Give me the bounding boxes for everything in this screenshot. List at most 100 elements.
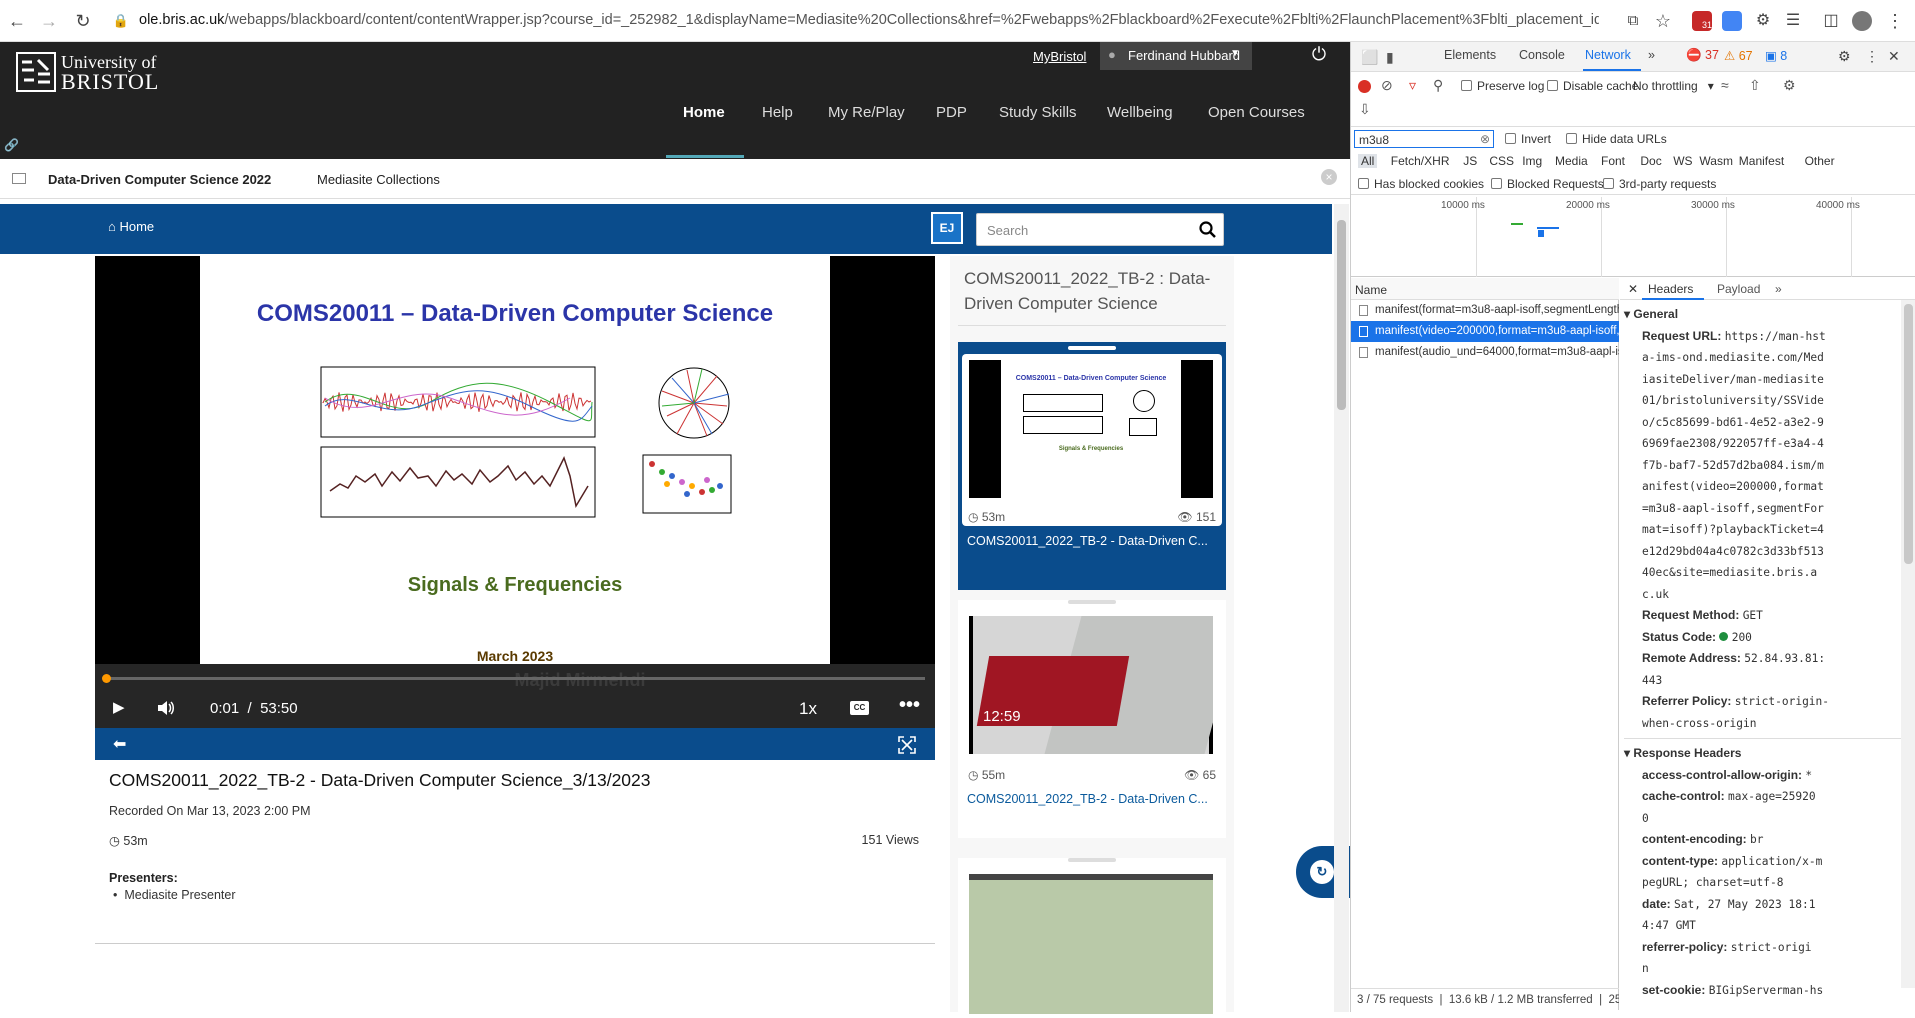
has-blocked-cookies-checkbox[interactable]: Has blocked cookies: [1358, 177, 1484, 191]
drag-handle[interactable]: [1068, 600, 1116, 604]
logout-icon[interactable]: ⏻: [1305, 44, 1333, 70]
reload-icon[interactable]: ↻: [72, 10, 94, 32]
university-logo[interactable]: University of BRISTOL: [16, 52, 159, 93]
drag-handle[interactable]: [1068, 346, 1116, 350]
type-filter-all[interactable]: All: [1358, 154, 1378, 168]
link-icon[interactable]: 🔗: [4, 138, 19, 152]
kebab-menu-icon[interactable]: ⋮: [1865, 48, 1879, 65]
filter-input[interactable]: m3u8 ⊗: [1354, 130, 1494, 148]
playlist-item-3[interactable]: [958, 858, 1226, 1018]
sidepanel-icon[interactable]: ◫: [1820, 10, 1842, 32]
type-filter-other[interactable]: Other: [1805, 154, 1835, 168]
breadcrumb[interactable]: Mediasite Collections: [317, 172, 440, 187]
disable-cache-checkbox[interactable]: Disable cache: [1547, 79, 1638, 93]
course-name[interactable]: Data-Driven Computer Science 2022: [48, 172, 271, 187]
inspect-icon[interactable]: ⬜: [1361, 49, 1378, 66]
blocked-requests-checkbox[interactable]: Blocked Requests: [1491, 177, 1604, 191]
details-scrollbar[interactable]: [1901, 300, 1915, 988]
nav-open-courses[interactable]: Open Courses: [1208, 104, 1305, 121]
scrollbar-thumb[interactable]: [1337, 220, 1346, 410]
volume-icon[interactable]: [157, 700, 175, 716]
tab-network[interactable]: Network: [1585, 48, 1631, 62]
nav-home[interactable]: Home: [683, 104, 725, 121]
tab-elements[interactable]: Elements: [1444, 48, 1496, 62]
invert-checkbox[interactable]: Invert: [1505, 132, 1551, 146]
type-filter-css[interactable]: CSS: [1489, 154, 1514, 168]
media-icon[interactable]: ☰: [1782, 10, 1804, 32]
play-icon[interactable]: ▶: [113, 698, 125, 716]
tab-payload[interactable]: Payload: [1717, 282, 1760, 296]
network-conditions-icon[interactable]: ≈: [1721, 77, 1729, 93]
type-filter-ws[interactable]: WS: [1673, 154, 1692, 168]
back-icon[interactable]: ←: [6, 10, 28, 32]
extensions-icon[interactable]: ⚙: [1752, 10, 1774, 32]
timeline-overview[interactable]: 10000 ms 20000 ms 30000 ms 40000 ms: [1351, 197, 1915, 277]
type-filter-img[interactable]: Img: [1522, 154, 1542, 168]
request-row[interactable]: manifest(video=200000,format=m3u8-aapl-i…: [1351, 321, 1619, 342]
captions-icon[interactable]: CC: [850, 701, 869, 715]
request-row[interactable]: manifest(audio_und=64000,format=m3u8-aap…: [1351, 342, 1619, 363]
throttling-select[interactable]: No throttling ▾: [1633, 79, 1714, 93]
record-icon[interactable]: [1358, 80, 1371, 93]
type-filter-manifest[interactable]: Manifest: [1739, 154, 1784, 168]
type-filter-js[interactable]: JS: [1463, 154, 1477, 168]
mybristol-link[interactable]: MyBristol: [1033, 49, 1086, 64]
clear-icon[interactable]: ⊘: [1381, 77, 1393, 94]
lock-icon[interactable]: 🔒: [110, 10, 132, 32]
mediasite-home-link[interactable]: ⌂ Home: [108, 219, 154, 234]
search-input[interactable]: Search: [976, 213, 1224, 246]
type-filter-media[interactable]: Media: [1555, 154, 1588, 168]
nav-myreplay[interactable]: My Re/Play: [828, 104, 905, 121]
third-party-checkbox[interactable]: 3rd-party requests: [1603, 177, 1716, 191]
calendar-extension-icon[interactable]: 31: [1692, 11, 1712, 31]
hide-data-urls-checkbox[interactable]: Hide data URLs: [1566, 132, 1667, 146]
error-count[interactable]: ⛔ 37: [1686, 48, 1719, 63]
speed-button[interactable]: 1x: [799, 699, 817, 719]
type-filter-font[interactable]: Font: [1601, 154, 1625, 168]
nav-help[interactable]: Help: [762, 104, 793, 121]
close-icon[interactable]: ×: [1321, 169, 1337, 185]
translate-extension-icon[interactable]: [1722, 11, 1742, 31]
scrollbar-thumb[interactable]: [1904, 304, 1913, 564]
general-section-toggle[interactable]: ▾ General: [1624, 304, 1904, 326]
response-headers-toggle[interactable]: ▾ Response Headers: [1624, 743, 1904, 765]
page-scrollbar[interactable]: [1334, 204, 1349, 1012]
playlist-item-title-2[interactable]: COMS20011_2022_TB-2 - Data-Driven C...: [967, 792, 1208, 806]
tab-headers[interactable]: Headers: [1648, 282, 1693, 296]
progress-knob[interactable]: [102, 674, 111, 683]
type-filter-wasm[interactable]: Wasm: [1699, 154, 1733, 168]
nav-wellbeing[interactable]: Wellbeing: [1107, 104, 1173, 121]
type-filter-fetchxhr[interactable]: Fetch/XHR: [1391, 154, 1450, 168]
forward-icon[interactable]: →: [38, 10, 60, 32]
menu-icon[interactable]: ⋮: [1884, 10, 1906, 32]
message-count[interactable]: ▣ 8: [1765, 48, 1787, 63]
network-settings-icon[interactable]: ⚙: [1783, 77, 1796, 94]
playlist-item-2[interactable]: 12:59 ◷ 55m 👁 65 COMS20011_2022_TB-2 - D…: [958, 600, 1226, 838]
warning-count[interactable]: ⚠ 67: [1724, 48, 1753, 63]
more-icon[interactable]: •••: [899, 694, 920, 717]
settings-icon[interactable]: ⚙: [1838, 48, 1851, 65]
filter-icon[interactable]: ▿: [1409, 77, 1416, 94]
export-har-icon[interactable]: ⇩: [1359, 101, 1371, 118]
tab-console[interactable]: Console: [1519, 48, 1565, 62]
drag-handle[interactable]: [1068, 858, 1116, 862]
address-bar[interactable]: ole.bris.ac.uk/webapps/blackboard/conten…: [139, 12, 1599, 28]
user-avatar[interactable]: EJ: [931, 212, 963, 244]
more-tabs-icon[interactable]: »: [1648, 48, 1655, 62]
clear-filter-icon[interactable]: ⊗: [1480, 132, 1490, 146]
video-player[interactable]: COMS20011 – Data-Driven Computer Science…: [95, 256, 935, 760]
profile-avatar[interactable]: [1852, 11, 1872, 31]
type-filter-doc[interactable]: Doc: [1640, 154, 1661, 168]
nav-pdp[interactable]: PDP: [936, 104, 967, 121]
device-toolbar-icon[interactable]: ▮: [1386, 49, 1394, 66]
name-column-header[interactable]: Name: [1351, 278, 1619, 300]
more-panel-tabs-icon[interactable]: »: [1775, 282, 1782, 296]
search-icon[interactable]: [1199, 221, 1217, 239]
nav-study-skills[interactable]: Study Skills: [999, 104, 1077, 121]
course-menu-icon[interactable]: [12, 173, 26, 184]
preserve-log-checkbox[interactable]: Preserve log: [1461, 79, 1544, 93]
fullscreen-icon[interactable]: [898, 736, 916, 754]
playlist-item-1[interactable]: COMS20011 – Data-Driven Computer Science…: [958, 342, 1226, 590]
playlist-item-title-1[interactable]: COMS20011_2022_TB-2 - Data-Driven C...: [967, 534, 1208, 548]
search-icon[interactable]: ⚲: [1433, 77, 1443, 94]
